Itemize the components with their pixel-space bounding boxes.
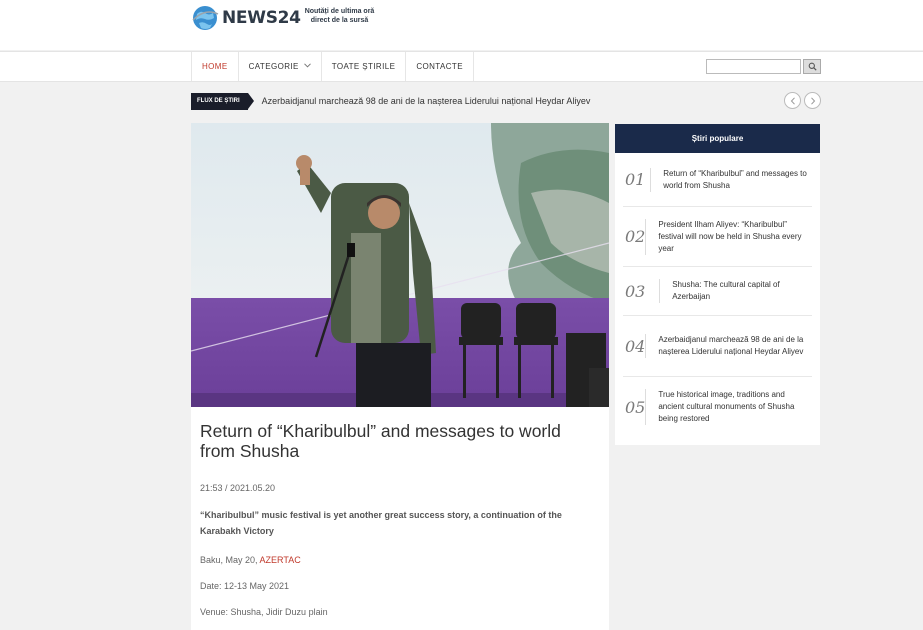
logo-tagline-line1: Noutăți de ultima oră xyxy=(304,8,375,15)
popular-news-rank: 04 xyxy=(625,336,646,356)
ticker-prev-button[interactable] xyxy=(784,92,801,109)
article-dateline: Baku, May 20, AZERTAC xyxy=(200,555,600,565)
nav-item-home[interactable]: HOME xyxy=(191,52,238,81)
popular-news-title: Știri populare xyxy=(615,124,820,153)
site-logo[interactable]: NEWS24 Noutăți de ultima oră direct de l… xyxy=(191,4,374,32)
search-form xyxy=(706,59,821,74)
ticker-controls xyxy=(781,92,821,109)
popular-news-list: 01 Return of “Kharibulbul” and messages … xyxy=(615,153,820,437)
logo-tagline-line2: direct de la sursă xyxy=(310,17,369,24)
nav-item-contacte-label: CONTACTE xyxy=(416,62,463,71)
site-header: NEWS24 Noutăți de ultima oră direct de l… xyxy=(0,0,923,50)
popular-news-item[interactable]: 02 President Ilham Aliyev: “Kharibulbul”… xyxy=(623,207,812,267)
nav-item-home-label: HOME xyxy=(202,62,228,71)
popular-news-link[interactable]: Return of “Kharibulbul” and messages to … xyxy=(650,167,812,192)
popular-news-rank: 03 xyxy=(625,281,646,301)
popular-news-link[interactable]: Azerbaidjanul marchează 98 de ani de la … xyxy=(645,334,812,358)
chevron-left-icon xyxy=(790,96,795,105)
nav-item-toate-stirile-label: TOATE ȘTIRILE xyxy=(331,62,396,71)
search-icon xyxy=(808,62,817,71)
nav-item-contacte[interactable]: CONTACTE xyxy=(405,52,474,81)
chevron-down-icon xyxy=(303,52,311,81)
logo-name: NEWS24 xyxy=(222,8,301,28)
popular-news-item[interactable]: 05 True historical image, traditions and… xyxy=(623,377,812,437)
main-menu: HOME CATEGORIE TOATE ȘTIRILE CONTACTE xyxy=(191,52,474,81)
ticker-label: FLUX DE ȘTIRI xyxy=(191,92,254,110)
ticker-headline-link[interactable]: Azerbaidjanul marchează 98 de ani de la … xyxy=(262,96,591,106)
news-ticker: FLUX DE ȘTIRI Azerbaidjanul marchează 98… xyxy=(191,92,821,110)
article-lead: “Kharibulbul” music festival is yet anot… xyxy=(200,510,562,536)
chevron-right-icon xyxy=(810,96,815,105)
article-event-date: Date: 12-13 May 2021 xyxy=(200,581,290,591)
popular-news-item[interactable]: 03 Shusha: The cultural capital of Azerb… xyxy=(623,267,812,316)
popular-news-link[interactable]: President Ilham Aliyev: “Kharibulbul” fe… xyxy=(645,218,812,255)
article-hero-image[interactable] xyxy=(191,123,609,407)
popular-news-link[interactable]: True historical image, traditions and an… xyxy=(645,389,812,425)
article-title: Return of “Kharibulbul” and messages to … xyxy=(200,421,561,461)
nav-item-toate-stirile[interactable]: TOATE ȘTIRILE xyxy=(320,52,406,81)
search-input[interactable] xyxy=(706,59,801,74)
popular-news-link[interactable]: Shusha: The cultural capital of Azerbaij… xyxy=(659,279,812,303)
nav-item-categorie-label: CATEGORIE xyxy=(248,62,299,71)
article-body: Return of “Kharibulbul” and messages to … xyxy=(191,407,609,617)
popular-news-rank: 05 xyxy=(625,397,646,417)
article-event-venue: Venue: Shusha, Jidir Duzu plain xyxy=(200,607,328,617)
nav-item-categorie[interactable]: CATEGORIE xyxy=(237,52,321,81)
popular-news-rank: 02 xyxy=(625,227,646,246)
popular-news-widget: Știri populare 01 Return of “Kharibulbul… xyxy=(615,124,820,445)
globe-logo-icon xyxy=(191,4,219,32)
popular-news-item[interactable]: 01 Return of “Kharibulbul” and messages … xyxy=(623,153,812,207)
source-link[interactable]: AZERTAC xyxy=(260,555,301,565)
ticker-next-button[interactable] xyxy=(804,92,821,109)
logo-tagline: Noutăți de ultima oră direct de la sursă xyxy=(305,7,375,25)
article-datetime: 21:53 / 2021.05.20 xyxy=(200,483,276,493)
dateline-text: Baku, May 20, xyxy=(200,555,260,565)
main-navigation-bar: HOME CATEGORIE TOATE ȘTIRILE CONTACTE xyxy=(0,51,923,82)
popular-news-rank: 01 xyxy=(625,170,646,189)
popular-news-item[interactable]: 04 Azerbaidjanul marchează 98 de ani de … xyxy=(623,316,812,377)
search-button[interactable] xyxy=(803,59,821,74)
article-main: Return of “Kharibulbul” and messages to … xyxy=(191,123,609,630)
